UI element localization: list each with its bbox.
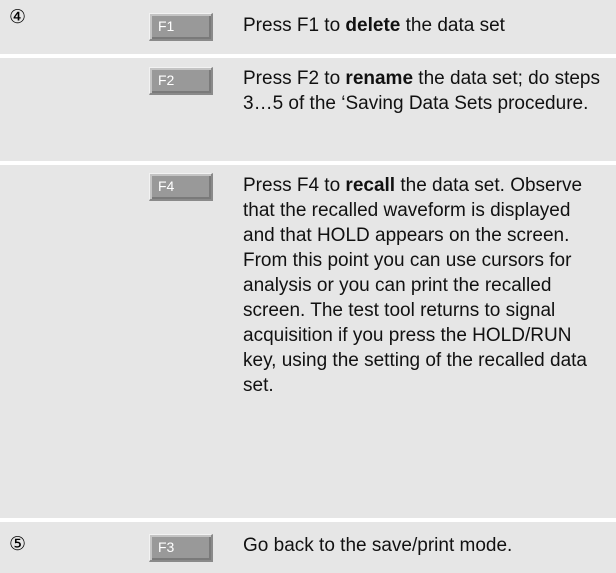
f1-key-button[interactable]: F1 <box>149 13 213 41</box>
step-description: Press F1 to delete the data set <box>243 13 607 38</box>
step-number: ④ <box>9 6 27 28</box>
desc-emphasis: delete <box>345 15 401 36</box>
step-row-f1: ④ F1 Press F1 to delete the data set <box>0 0 616 54</box>
step-description: Press F4 to recall the data set. Observe… <box>243 173 607 398</box>
f2-key-button[interactable]: F2 <box>149 67 213 95</box>
step-row-f2: F2 Press F2 to rename the data set; do s… <box>0 58 616 161</box>
desc-text-after: the data set <box>400 15 505 36</box>
desc-text-before: Press F1 to <box>243 15 346 36</box>
f4-key-button[interactable]: F4 <box>149 173 213 201</box>
step-description: Press F2 to rename the data set; do step… <box>243 66 607 116</box>
desc-emphasis: rename <box>345 68 414 89</box>
desc-text-before: Go back to the save/print mode. <box>243 535 513 556</box>
desc-text-before: Press F2 to <box>243 68 346 89</box>
step-description: Go back to the save/print mode. <box>243 533 607 558</box>
f3-key-button[interactable]: F3 <box>149 534 213 562</box>
step-number: ⑤ <box>9 533 27 555</box>
procedure-steps-table: ④ F1 Press F1 to delete the data set F2 … <box>0 0 616 573</box>
desc-emphasis: recall <box>345 175 396 196</box>
desc-text-after: the data set. Observe that the recalled … <box>243 175 587 396</box>
step-row-f3: ⑤ F3 Go back to the save/print mode. <box>0 522 616 573</box>
desc-text-before: Press F4 to <box>243 175 346 196</box>
step-row-f4: F4 Press F4 to recall the data set. Obse… <box>0 165 616 518</box>
